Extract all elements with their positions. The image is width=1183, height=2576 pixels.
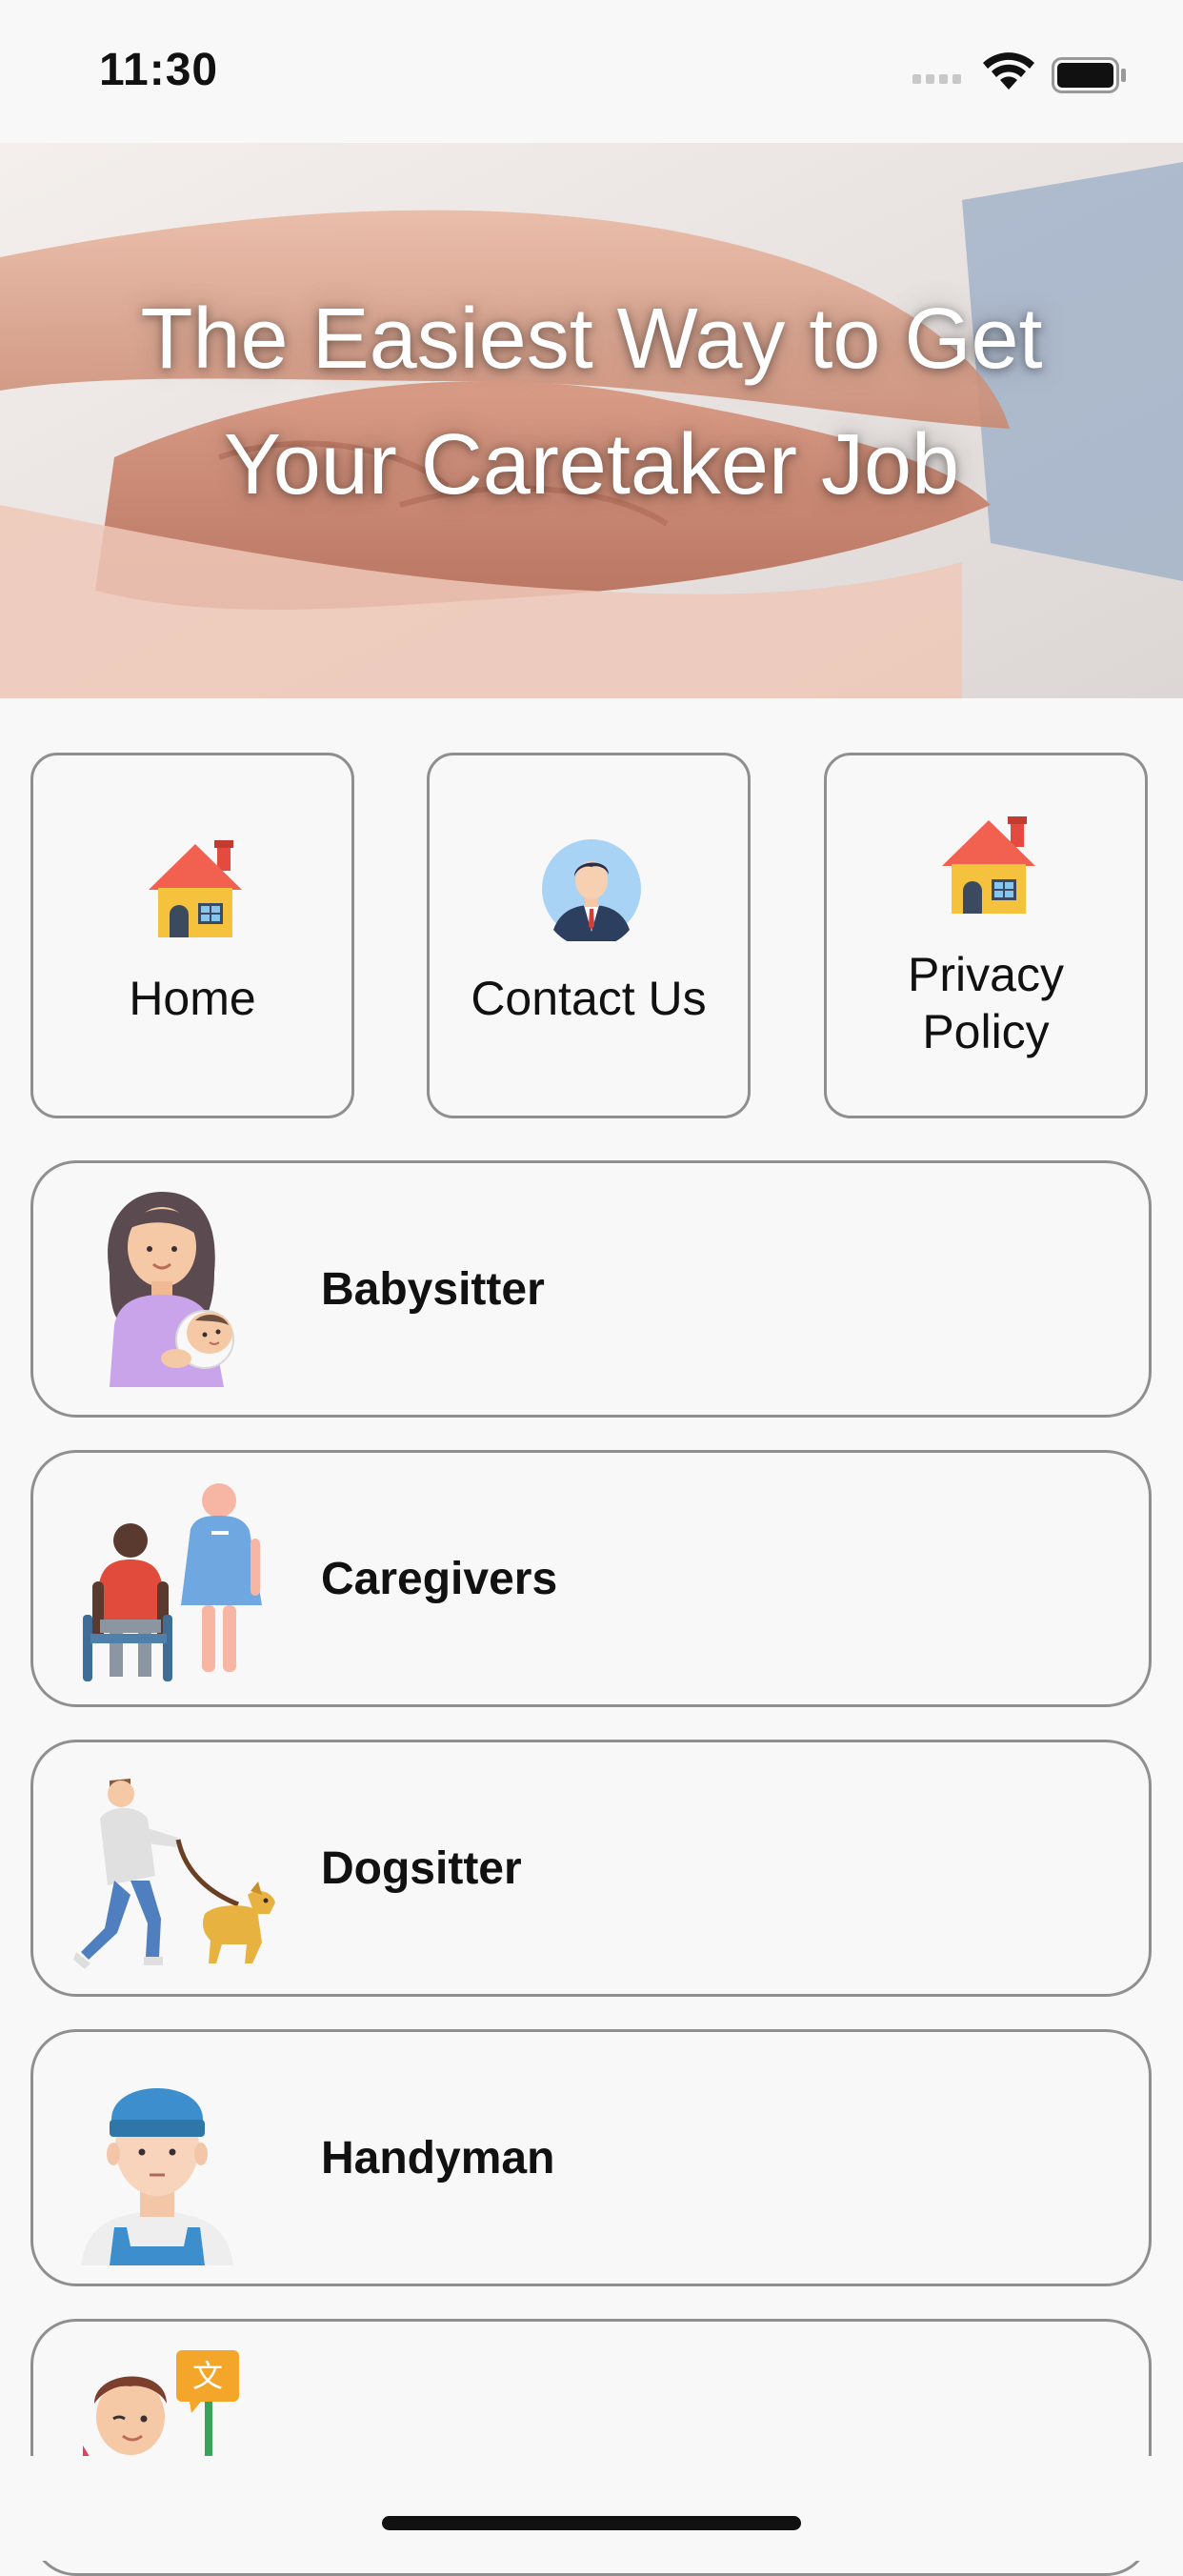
babysitter-illustration [108,1192,234,1387]
status-bar: 11:30 [0,0,1183,143]
hero-banner: The Easiest Way to Get Your Caretaker Jo… [0,143,1183,698]
battery-icon [1052,57,1126,93]
home-tile[interactable]: Home [30,753,354,1118]
cellular-signal-icon [912,74,961,84]
home-label: Home [129,972,256,1025]
hero-title-line2: Your Caretaker Job [223,417,960,513]
service-card-babysitter[interactable]: Babysitter [30,1160,1152,1418]
contact-us-tile[interactable]: Contact Us [427,753,751,1118]
businessman-avatar-icon [542,839,641,941]
status-time: 11:30 [99,45,219,95]
home-indicator[interactable] [382,2516,801,2530]
privacy-policy-tile[interactable]: Privacy Policy [824,753,1148,1118]
handyman-illustration [81,2088,233,2265]
house-icon [942,816,1035,914]
wifi-icon [983,52,1034,90]
service-label: Babysitter [321,1263,545,1315]
hero-title: The Easiest Way to Get Your Caretaker Jo… [57,276,1126,528]
service-card-caregivers[interactable]: Caregivers [30,1450,1152,1707]
service-label: Caregivers [321,1553,558,1604]
hero-title-line1: The Easiest Way to Get [140,292,1043,387]
contact-us-label: Contact Us [471,972,707,1025]
caregiver-illustration [83,1483,262,1681]
dog-walker-illustration [73,1779,275,1969]
service-label: Dogsitter [321,1842,522,1894]
bottom-safe-area [0,2456,1183,2561]
service-card-handyman[interactable]: Handyman [30,2029,1152,2286]
service-label: Handyman [321,2132,555,2184]
privacy-policy-label-line1: Privacy [908,948,1064,1001]
service-card-dogsitter[interactable]: Dogsitter [30,1740,1152,1997]
privacy-policy-label-line2: Policy [922,1005,1050,1058]
svg-text:文: 文 [192,2358,223,2394]
house-icon [149,840,242,937]
